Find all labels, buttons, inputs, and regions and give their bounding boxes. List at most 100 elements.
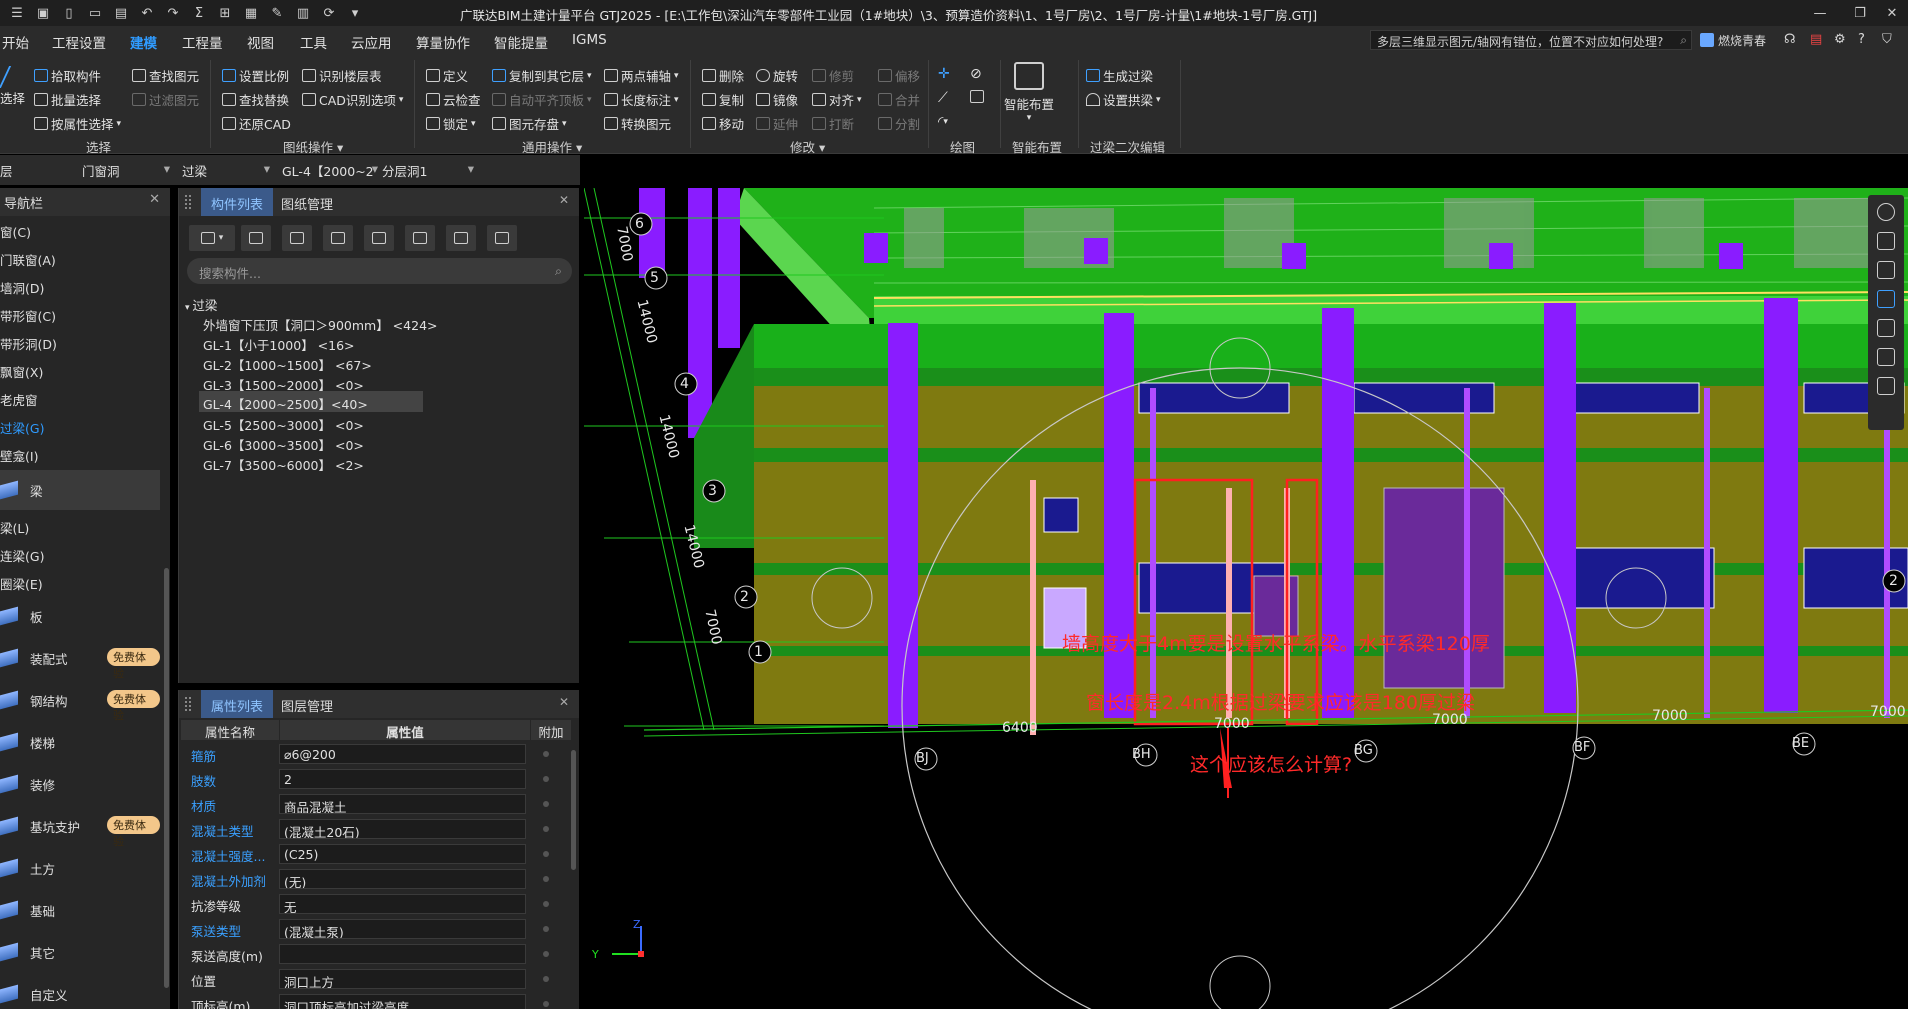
list-item[interactable]: GL-6【3000~3500】 <0>	[199, 432, 423, 453]
list-item[interactable]: GL-5【2500~3000】 <0>	[199, 412, 423, 433]
mirror-button[interactable]: 镜像	[756, 90, 798, 109]
sort-button[interactable]	[446, 225, 476, 251]
minimize-button[interactable]: —	[1800, 2, 1840, 24]
two-point-axis-button[interactable]: 两点辅轴 ▾	[604, 66, 679, 85]
draw-rect-button[interactable]	[970, 90, 987, 103]
open-folder-icon[interactable]: ▭	[82, 3, 108, 23]
property-value-input[interactable]: 商品混凝土	[279, 794, 526, 814]
extra-checkbox[interactable]	[543, 951, 549, 957]
export-button[interactable]	[405, 225, 435, 251]
nav-item-niche[interactable]: 壁龛(I)	[0, 446, 38, 470]
close-icon[interactable]: ✕	[559, 695, 569, 709]
nav-category-steel[interactable]: 钢结构 免费体验	[0, 680, 160, 722]
property-row[interactable]: 位置 洞口上方	[179, 967, 569, 992]
extra-checkbox[interactable]	[543, 926, 549, 932]
property-scrollbar[interactable]	[571, 750, 576, 870]
draw-point-button[interactable]: ✛	[938, 66, 950, 82]
layers-icon[interactable]: ▥	[290, 3, 316, 23]
property-row[interactable]: 泵送高度(m)	[179, 942, 569, 967]
modify-group-label[interactable]: 修改 ▾	[790, 137, 825, 156]
draw-icon[interactable]: ✎	[264, 3, 290, 23]
offset-button[interactable]: 偏移	[878, 66, 920, 85]
list-item[interactable]: GL-1【小于1000】 <16>	[199, 332, 423, 353]
nav-category-prefab[interactable]: 装配式 免费体验	[0, 638, 160, 680]
property-value-input[interactable]: (混凝土泵)	[279, 919, 526, 939]
tab-layer-management[interactable]: 图层管理	[271, 690, 343, 718]
trim-button[interactable]: 修剪	[812, 66, 854, 85]
filter-button[interactable]	[487, 225, 517, 251]
extend-button[interactable]: 延伸	[756, 114, 798, 133]
menu-smart-extract[interactable]: 智能提量	[494, 32, 548, 52]
set-scale-button[interactable]: 设置比例	[222, 66, 289, 85]
nav-item-ring-beam[interactable]: 圈梁(E)	[0, 574, 43, 598]
extra-checkbox[interactable]	[543, 851, 549, 857]
component-select[interactable]: GL-4【2000~2 ▾	[282, 161, 378, 181]
extra-checkbox[interactable]	[543, 751, 549, 757]
tab-property-list[interactable]: 属性列表	[201, 690, 274, 718]
list-item[interactable]: GL-4【2000~2500】<40>	[199, 391, 423, 412]
nav-category-earthwork[interactable]: 土方	[0, 848, 160, 888]
search-icon[interactable]: ⌕	[555, 263, 562, 279]
identify-floor-table-button[interactable]: 识别楼层表	[302, 66, 382, 85]
more-dropdown-icon[interactable]: ▾	[342, 3, 368, 23]
component-search-input[interactable]: 搜索构件... ⌕	[187, 258, 572, 284]
generate-lintel-button[interactable]: 生成过梁	[1086, 66, 1153, 85]
define-button[interactable]: 定义	[426, 66, 468, 85]
break-button[interactable]: 打断	[812, 114, 854, 133]
cad-options-button[interactable]: CAD识别选项 ▾	[302, 90, 403, 109]
nav-category-other[interactable]: 其它	[0, 932, 160, 972]
tab-component-list[interactable]: 构件列表	[201, 188, 274, 216]
display-settings-icon[interactable]	[1877, 348, 1895, 366]
view-cube-icon[interactable]	[1877, 290, 1895, 308]
nav-item-coupling-beam[interactable]: 连梁(G)	[0, 546, 44, 570]
menu-quantity[interactable]: 工程量	[182, 32, 223, 52]
extra-checkbox[interactable]	[543, 801, 549, 807]
delete-component-button[interactable]	[282, 225, 312, 251]
menu-project-settings[interactable]: 工程设置	[52, 32, 106, 52]
property-value-input[interactable]: ⌀6@200	[279, 744, 526, 764]
menu-modeling[interactable]: 建模	[130, 32, 157, 52]
convert-element-button[interactable]: 转换图元	[604, 114, 671, 133]
nav-category-custom[interactable]: 自定义	[0, 974, 160, 1009]
nav-item-wall-opening[interactable]: 墙洞(D)	[0, 278, 44, 302]
menu-collab[interactable]: 算量协作	[416, 32, 470, 52]
extra-checkbox[interactable]	[543, 901, 549, 907]
set-arch-beam-button[interactable]: 设置拱梁 ▾	[1086, 90, 1161, 109]
select-big-button[interactable]: 选择	[0, 66, 25, 107]
extra-checkbox[interactable]	[543, 776, 549, 782]
table-icon[interactable]: ▦	[238, 3, 264, 23]
orbit-icon[interactable]	[1877, 203, 1895, 221]
property-value-input[interactable]: (无)	[279, 869, 526, 889]
lock-button[interactable]: 锁定 ▾	[426, 114, 476, 133]
new-component-button[interactable]: ▾	[189, 225, 235, 251]
menu-cloud[interactable]: 云应用	[351, 32, 392, 52]
pick-component-button[interactable]: 拾取构件	[34, 66, 101, 85]
property-value-input[interactable]: 洞口上方	[279, 969, 526, 989]
align-button[interactable]: 对齐 ▾	[812, 90, 862, 109]
new-file-icon[interactable]: ▯	[56, 3, 82, 23]
floor-select[interactable]: 层	[0, 161, 70, 181]
search-icon[interactable]: ⌕	[1680, 33, 1687, 48]
property-value-input[interactable]	[279, 944, 526, 964]
3d-viewport[interactable]: 6 5 4 3 2 1 7000 14000 14000 14000 7000 BJ BH BG BF BE 6…	[584, 188, 1908, 1009]
draw-line-button[interactable]: ⟋	[938, 90, 948, 106]
close-icon[interactable]: ✕	[149, 192, 160, 207]
menu-view[interactable]: 视图	[247, 32, 274, 52]
find-replace-button[interactable]: 查找替换	[222, 90, 289, 109]
view-2d-icon[interactable]	[1877, 232, 1895, 250]
filter-element-button[interactable]: 过滤图元	[132, 90, 199, 109]
property-value-input[interactable]: (C25)	[279, 844, 526, 864]
property-row[interactable]: 混凝土类型 (混凝土20石)	[179, 817, 569, 842]
menu-icon[interactable]: ☰	[4, 3, 30, 23]
sync-icon[interactable]: ⟳	[316, 3, 342, 23]
grid-icon[interactable]: ⊞	[212, 3, 238, 23]
draw-rotate-point-button[interactable]: ⊘	[970, 66, 982, 82]
copy-button[interactable]: 复制	[702, 90, 744, 109]
nav-item-door-window[interactable]: 门联窗(A)	[0, 250, 56, 274]
property-row[interactable]: 肢数 2	[179, 767, 569, 792]
close-icon[interactable]: ✕	[559, 193, 569, 207]
save-icon[interactable]: ▤	[108, 3, 134, 23]
nav-item-strip-window[interactable]: 带形窗(C)	[0, 306, 56, 330]
nav-category-stairs[interactable]: 楼梯	[0, 722, 160, 762]
rotate-button[interactable]: 旋转	[756, 66, 798, 85]
